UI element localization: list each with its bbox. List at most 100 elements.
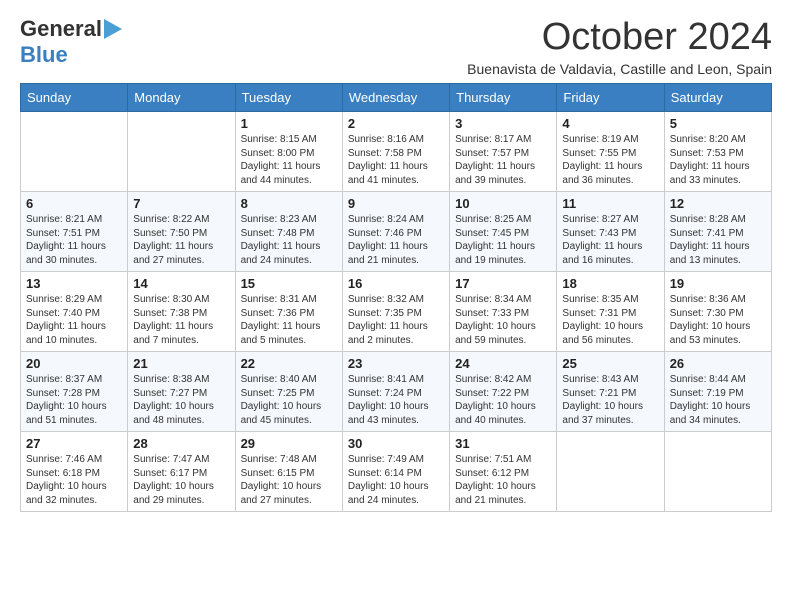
day-number: 14 — [133, 276, 229, 291]
day-number: 13 — [26, 276, 122, 291]
day-detail: Sunrise: 8:43 AMSunset: 7:21 PMDaylight:… — [562, 373, 658, 427]
header-friday: Friday — [557, 84, 664, 112]
calendar-cell: 5Sunrise: 8:20 AMSunset: 7:53 PMDaylight… — [664, 112, 771, 192]
day-number: 21 — [133, 356, 229, 371]
week-row-2: 6 Sunrise: 8:21 AMSunset: 7:51 PMDaylight… — [21, 192, 772, 272]
calendar-cell: 29Sunrise: 7:48 AMSunset: 6:15 PMDayligh… — [235, 432, 342, 512]
day-number: 25 — [562, 356, 658, 371]
calendar-cell: 16 Sunrise: 8:32 AMSunset: 7:35 PMDayligh… — [342, 272, 449, 352]
day-detail: Sunrise: 8:41 AMSunset: 7:24 PMDaylight:… — [348, 373, 444, 427]
day-detail: Sunrise: 8:32 AMSunset: 7:35 PMDaylight:… — [348, 293, 444, 347]
day-number: 28 — [133, 436, 229, 451]
calendar-cell: 27 Sunrise: 7:46 AMSunset: 6:18 PMDayligh… — [21, 432, 128, 512]
header-tuesday: Tuesday — [235, 84, 342, 112]
day-number: 29 — [241, 436, 337, 451]
day-number: 30 — [348, 436, 444, 451]
calendar-cell: 8Sunrise: 8:23 AMSunset: 7:48 PMDaylight… — [235, 192, 342, 272]
day-number: 1 — [241, 116, 337, 131]
header-thursday: Thursday — [450, 84, 557, 112]
day-detail: Sunrise: 8:25 AMSunset: 7:45 PMDaylight:… — [455, 213, 551, 267]
day-detail: Sunrise: 7:46 AMSunset: 6:18 PMDaylight:… — [26, 453, 122, 507]
day-detail: Sunrise: 8:15 AMSunset: 8:00 PMDaylight:… — [241, 133, 337, 187]
week-row-3: 13 Sunrise: 8:29 AMSunset: 7:40 PMDayligh… — [21, 272, 772, 352]
calendar-cell: 7 Sunrise: 8:22 AMSunset: 7:50 PMDaylight… — [128, 192, 235, 272]
location: Buenavista de Valdavia, Castille and Leo… — [467, 61, 772, 77]
day-number: 22 — [241, 356, 337, 371]
header-monday: Monday — [128, 84, 235, 112]
calendar-cell: 28 Sunrise: 7:47 AMSunset: 6:17 PMDayligh… — [128, 432, 235, 512]
week-row-4: 20 Sunrise: 8:37 AMSunset: 7:28 PMDayligh… — [21, 352, 772, 432]
day-detail: Sunrise: 8:16 AMSunset: 7:58 PMDaylight:… — [348, 133, 444, 187]
calendar-cell: 24Sunrise: 8:42 AMSunset: 7:22 PMDayligh… — [450, 352, 557, 432]
calendar-cell: 20 Sunrise: 8:37 AMSunset: 7:28 PMDayligh… — [21, 352, 128, 432]
calendar-cell: 13 Sunrise: 8:29 AMSunset: 7:40 PMDayligh… — [21, 272, 128, 352]
calendar-cell: 15Sunrise: 8:31 AMSunset: 7:36 PMDayligh… — [235, 272, 342, 352]
day-number: 27 — [26, 436, 122, 451]
logo-blue: Blue — [20, 42, 68, 67]
calendar-cell: 26 Sunrise: 8:44 AMSunset: 7:19 PMDayligh… — [664, 352, 771, 432]
day-number: 20 — [26, 356, 122, 371]
day-detail: Sunrise: 8:34 AMSunset: 7:33 PMDaylight:… — [455, 293, 551, 347]
day-number: 15 — [241, 276, 337, 291]
day-number: 10 — [455, 196, 551, 211]
day-number: 2 — [348, 116, 444, 131]
day-detail: Sunrise: 8:20 AMSunset: 7:53 PMDaylight:… — [670, 133, 766, 187]
day-number: 9 — [348, 196, 444, 211]
calendar-cell: 6 Sunrise: 8:21 AMSunset: 7:51 PMDaylight… — [21, 192, 128, 272]
day-detail: Sunrise: 7:47 AMSunset: 6:17 PMDaylight:… — [133, 453, 229, 507]
day-detail: Sunrise: 7:51 AMSunset: 6:12 PMDaylight:… — [455, 453, 551, 507]
calendar-cell — [128, 112, 235, 192]
month-title: October 2024 — [467, 16, 772, 59]
calendar-cell: 21Sunrise: 8:38 AMSunset: 7:27 PMDayligh… — [128, 352, 235, 432]
calendar-cell: 3Sunrise: 8:17 AMSunset: 7:57 PMDaylight… — [450, 112, 557, 192]
day-number: 16 — [348, 276, 444, 291]
title-block: October 2024 Buenavista de Valdavia, Cas… — [467, 16, 772, 77]
header-wednesday: Wednesday — [342, 84, 449, 112]
calendar-cell: 23 Sunrise: 8:41 AMSunset: 7:24 PMDayligh… — [342, 352, 449, 432]
day-detail: Sunrise: 8:29 AMSunset: 7:40 PMDaylight:… — [26, 293, 122, 347]
day-number: 11 — [562, 196, 658, 211]
day-number: 19 — [670, 276, 766, 291]
day-detail: Sunrise: 8:19 AMSunset: 7:55 PMDaylight:… — [562, 133, 658, 187]
logo: General Blue — [20, 16, 122, 68]
calendar-cell: 4 Sunrise: 8:19 AMSunset: 7:55 PMDaylight… — [557, 112, 664, 192]
day-number: 7 — [133, 196, 229, 211]
calendar-cell: 30 Sunrise: 7:49 AMSunset: 6:14 PMDayligh… — [342, 432, 449, 512]
calendar-cell: 9Sunrise: 8:24 AMSunset: 7:46 PMDaylight… — [342, 192, 449, 272]
day-number: 4 — [562, 116, 658, 131]
day-detail: Sunrise: 8:44 AMSunset: 7:19 PMDaylight:… — [670, 373, 766, 427]
day-number: 12 — [670, 196, 766, 211]
day-detail: Sunrise: 8:21 AMSunset: 7:51 PMDaylight:… — [26, 213, 122, 267]
day-detail: Sunrise: 8:36 AMSunset: 7:30 PMDaylight:… — [670, 293, 766, 347]
day-detail: Sunrise: 7:49 AMSunset: 6:14 PMDaylight:… — [348, 453, 444, 507]
calendar-cell: 2 Sunrise: 8:16 AMSunset: 7:58 PMDaylight… — [342, 112, 449, 192]
logo-general: General — [20, 16, 102, 42]
day-number: 18 — [562, 276, 658, 291]
calendar-cell — [21, 112, 128, 192]
day-number: 6 — [26, 196, 122, 211]
week-row-1: 1 Sunrise: 8:15 AMSunset: 8:00 PMDaylight… — [21, 112, 772, 192]
page-header: General Blue October 2024 Buenavista de … — [20, 16, 772, 77]
day-number: 23 — [348, 356, 444, 371]
day-detail: Sunrise: 8:42 AMSunset: 7:22 PMDaylight:… — [455, 373, 551, 427]
calendar-cell: 22 Sunrise: 8:40 AMSunset: 7:25 PMDayligh… — [235, 352, 342, 432]
calendar-cell: 11Sunrise: 8:27 AMSunset: 7:43 PMDayligh… — [557, 192, 664, 272]
calendar-cell: 1 Sunrise: 8:15 AMSunset: 8:00 PMDaylight… — [235, 112, 342, 192]
day-detail: Sunrise: 8:28 AMSunset: 7:41 PMDaylight:… — [670, 213, 766, 267]
day-number: 3 — [455, 116, 551, 131]
header-saturday: Saturday — [664, 84, 771, 112]
day-detail: Sunrise: 8:30 AMSunset: 7:38 PMDaylight:… — [133, 293, 229, 347]
calendar-cell — [557, 432, 664, 512]
calendar-cell: 31 Sunrise: 7:51 AMSunset: 6:12 PMDayligh… — [450, 432, 557, 512]
calendar-cell: 10 Sunrise: 8:25 AMSunset: 7:45 PMDayligh… — [450, 192, 557, 272]
day-number: 26 — [670, 356, 766, 371]
calendar-cell: 14 Sunrise: 8:30 AMSunset: 7:38 PMDayligh… — [128, 272, 235, 352]
day-detail: Sunrise: 8:37 AMSunset: 7:28 PMDaylight:… — [26, 373, 122, 427]
day-detail: Sunrise: 8:35 AMSunset: 7:31 PMDaylight:… — [562, 293, 658, 347]
calendar-table: SundayMondayTuesdayWednesdayThursdayFrid… — [20, 83, 772, 512]
day-number: 31 — [455, 436, 551, 451]
day-detail: Sunrise: 8:22 AMSunset: 7:50 PMDaylight:… — [133, 213, 229, 267]
day-detail: Sunrise: 8:40 AMSunset: 7:25 PMDaylight:… — [241, 373, 337, 427]
calendar-cell — [664, 432, 771, 512]
week-row-5: 27 Sunrise: 7:46 AMSunset: 6:18 PMDayligh… — [21, 432, 772, 512]
